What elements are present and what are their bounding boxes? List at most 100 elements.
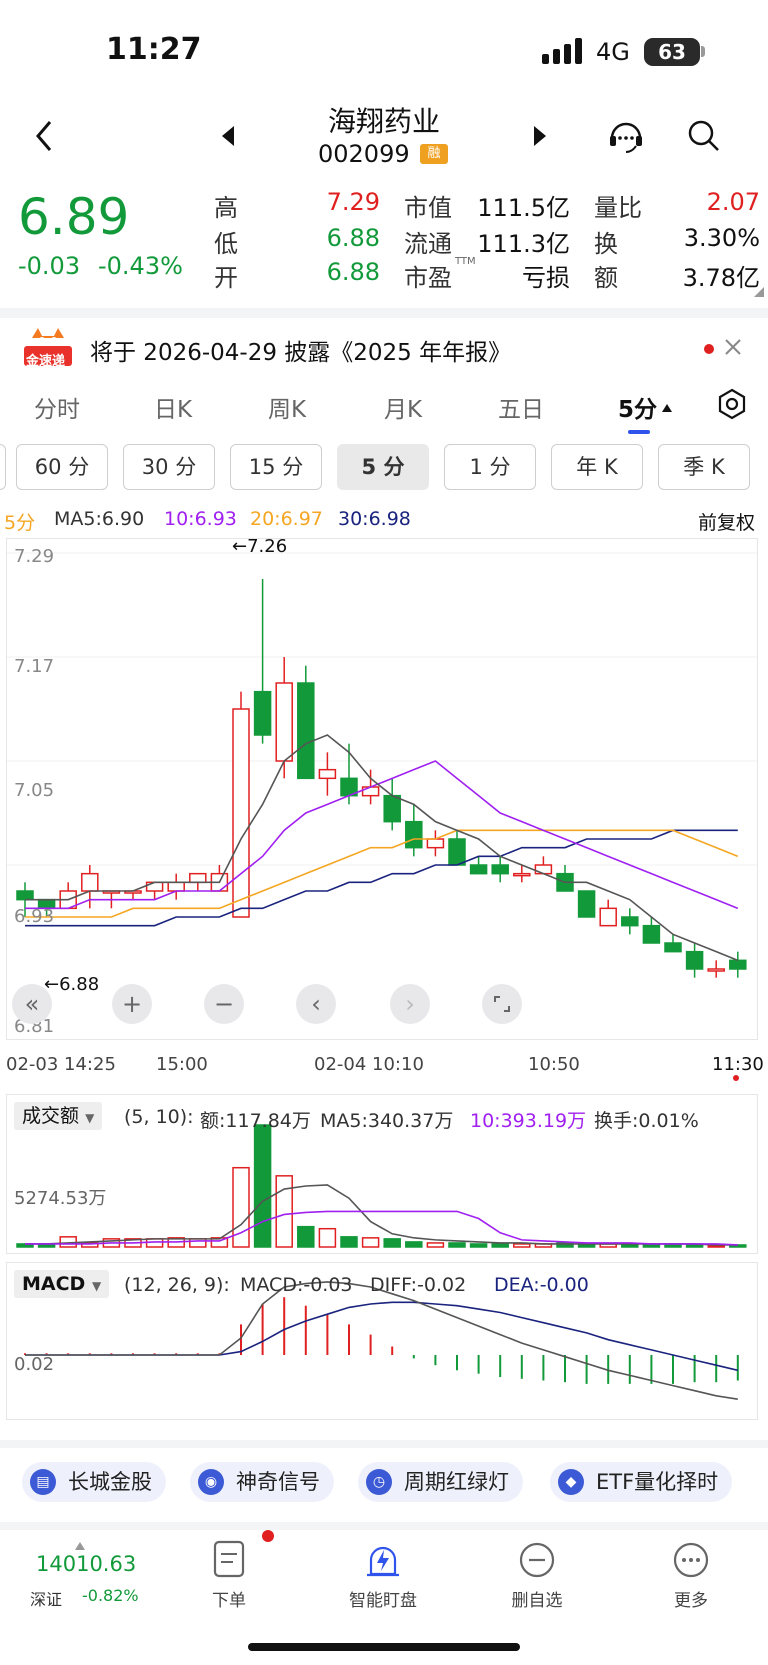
subtab-quarterly[interactable]: 季 K — [658, 444, 750, 490]
candle-body — [253, 690, 272, 736]
dea-value: DEA:-0.00 — [494, 1274, 589, 1296]
settings-icon[interactable] — [716, 388, 748, 420]
pan-left-button[interactable]: ‹ — [296, 984, 336, 1024]
volume-bar — [383, 1238, 401, 1248]
expand-corner-icon[interactable] — [754, 282, 764, 297]
stock-code: 002099 — [318, 140, 410, 168]
mktcap-label: 市值 — [404, 194, 452, 222]
chevron-down-icon: ▼ — [85, 1111, 95, 1125]
subtab-yearly[interactable]: 年 K — [551, 444, 643, 490]
index-value[interactable]: 14010.63 — [36, 1552, 136, 1576]
dif-line — [25, 1281, 738, 1400]
volume-bar — [448, 1242, 466, 1248]
chip-label: 神奇信号 — [236, 1470, 320, 1494]
open-value: 6.88 — [326, 258, 380, 286]
volume-bar — [491, 1243, 509, 1248]
chip-great-wall-stocks[interactable]: ▤ 长城金股 — [22, 1462, 166, 1502]
volume-params: (5, 10): — [124, 1106, 194, 1128]
volume-bar — [405, 1241, 423, 1248]
amount-label: 额 — [594, 264, 618, 292]
price-change-pct: -0.43% — [98, 252, 183, 280]
subtab-60min[interactable]: 60 分 — [16, 444, 108, 490]
amount-value: 3.78亿 — [682, 264, 760, 292]
rewind-button[interactable]: « — [12, 984, 52, 1024]
subtab-15min[interactable]: 15 分 — [230, 444, 322, 490]
next-stock-button[interactable] — [530, 124, 550, 148]
price-change: -0.03 — [18, 252, 81, 280]
high-value: 7.29 — [326, 188, 380, 216]
back-button[interactable] — [30, 116, 60, 156]
time-axis-label: 15:00 — [156, 1054, 208, 1075]
prev-stock-button[interactable] — [218, 124, 238, 148]
tab-daily[interactable]: 日K — [154, 390, 192, 424]
logo-text: 金速递 — [26, 354, 66, 369]
volume-ratio-label: 量比 — [594, 194, 642, 222]
subtab-overflow[interactable] — [0, 444, 6, 490]
volume-bar — [253, 1124, 272, 1248]
candle-body — [405, 820, 423, 849]
candle-body — [361, 786, 380, 797]
subtab-5min[interactable]: 5 分 — [337, 444, 429, 490]
price-axis-label: 7.29 — [14, 546, 55, 567]
time-axis-label: 02-03 14:25 — [6, 1054, 116, 1075]
announcement-banner[interactable]: 金速递 将于 2026-04-29 披露《2025 年年报》 — [0, 308, 768, 370]
volume-indicator-select[interactable]: 成交额 ▼ — [14, 1102, 103, 1130]
candle-body — [599, 907, 617, 927]
candle-body — [426, 838, 445, 849]
network-type: 4G — [596, 38, 630, 66]
candle-body — [491, 864, 509, 875]
chip-cycle-lights[interactable]: ◷ 周期红绿灯 — [358, 1462, 523, 1502]
chip-etf-timing[interactable]: ◆ ETF量化择时 — [550, 1462, 733, 1502]
home-indicator — [248, 1643, 520, 1651]
index-name: 深证 — [30, 1590, 63, 1609]
pan-right-button[interactable]: › — [390, 984, 430, 1024]
ma10-line — [25, 760, 739, 910]
active-tab-indicator — [628, 430, 650, 434]
low-value: 6.88 — [326, 224, 380, 252]
tab-five-day[interactable]: 五日 — [498, 390, 544, 424]
zoom-in-button[interactable]: + — [112, 984, 152, 1024]
status-time: 11:27 — [106, 32, 202, 67]
tab-intraday[interactable]: 分时 — [34, 390, 80, 424]
volume-ma5: MA5:340.37万 — [320, 1110, 454, 1132]
tab-monthly[interactable]: 月K — [384, 390, 422, 424]
nav-remove-watchlist[interactable]: 删自选 — [482, 1540, 592, 1611]
nav-order[interactable]: 下单 — [174, 1540, 284, 1611]
live-dot — [733, 1075, 739, 1081]
subtab-30min[interactable]: 30 分 — [123, 444, 215, 490]
ma30-line — [25, 829, 738, 927]
chip-magic-signal[interactable]: ◉ 神奇信号 — [190, 1462, 334, 1502]
zoom-out-button[interactable]: − — [204, 984, 244, 1024]
volume-bar — [685, 1244, 704, 1248]
volume-ma5-line — [25, 1184, 738, 1246]
macd-indicator-select[interactable]: MACD ▼ — [14, 1270, 110, 1298]
clock-icon: ◷ — [366, 1469, 392, 1495]
candle-body — [685, 950, 704, 970]
candle-body — [707, 968, 725, 972]
nav-smart-watch[interactable]: 智能盯盘 — [328, 1540, 438, 1611]
more-dots-icon — [671, 1540, 711, 1580]
kline-chart-area[interactable] — [6, 538, 758, 1040]
subtab-1min[interactable]: 1 分 — [444, 444, 536, 490]
close-icon[interactable] — [722, 336, 744, 358]
stock-name: 海翔药业 — [327, 105, 440, 138]
search-icon[interactable] — [686, 118, 722, 154]
signal-wave-icon: ◉ — [198, 1469, 224, 1495]
candle-body — [448, 838, 466, 866]
price-axis-label: 6.93 — [14, 906, 55, 927]
customer-service-icon[interactable] — [606, 116, 646, 156]
nav-label: 更多 — [674, 1591, 708, 1611]
ma10-value: 10:6.93 — [164, 508, 237, 530]
nav-more[interactable]: 更多 — [636, 1540, 746, 1611]
volume-bar — [513, 1243, 531, 1248]
tab-5min[interactable]: 5分 — [618, 390, 657, 424]
document-icon: ▤ — [30, 1469, 56, 1495]
caret-up-icon — [661, 398, 673, 412]
candle-body — [167, 881, 185, 892]
fullscreen-button[interactable] — [482, 984, 522, 1024]
adjust-mode[interactable]: 前复权 — [698, 508, 755, 535]
tab-weekly[interactable]: 周K — [268, 390, 306, 424]
volume-indicator-label: 成交额 — [22, 1105, 80, 1127]
low-label: 低 — [214, 230, 238, 258]
candle-body — [621, 916, 639, 927]
